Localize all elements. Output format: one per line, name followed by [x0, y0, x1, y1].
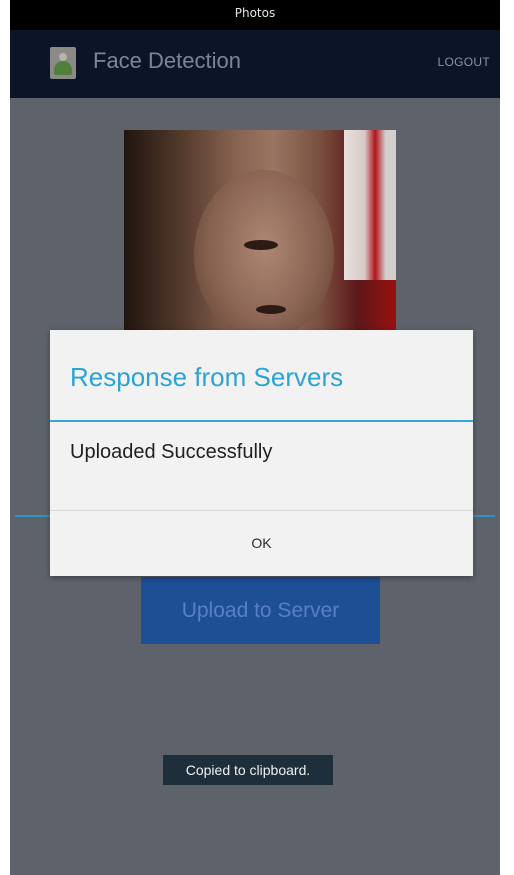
app-title: Face Detection	[93, 48, 241, 73]
dialog-message: Uploaded Successfully	[70, 441, 273, 463]
status-bar-title: Photos	[234, 6, 276, 20]
action-bar: Face Detection LOGOUT	[10, 30, 500, 98]
photo-eye	[256, 305, 286, 314]
toast-message: Copied to clipboard.	[163, 755, 333, 785]
face-photo	[124, 130, 396, 335]
photo-eye	[244, 240, 278, 250]
photo-background	[344, 130, 396, 280]
logout-button[interactable]: LOGOUT	[438, 55, 490, 69]
ok-button[interactable]: OK	[50, 511, 473, 575]
dialog-title: Response from Servers	[70, 362, 344, 392]
phone-screen: Photos Face Detection LOGOUT Upload to S…	[10, 0, 500, 875]
status-bar: Photos	[10, 0, 500, 30]
upload-to-server-button[interactable]: Upload to Server	[141, 577, 380, 644]
gallery-app-icon	[50, 47, 76, 79]
response-dialog: Response from Servers Uploaded Successfu…	[50, 330, 473, 576]
